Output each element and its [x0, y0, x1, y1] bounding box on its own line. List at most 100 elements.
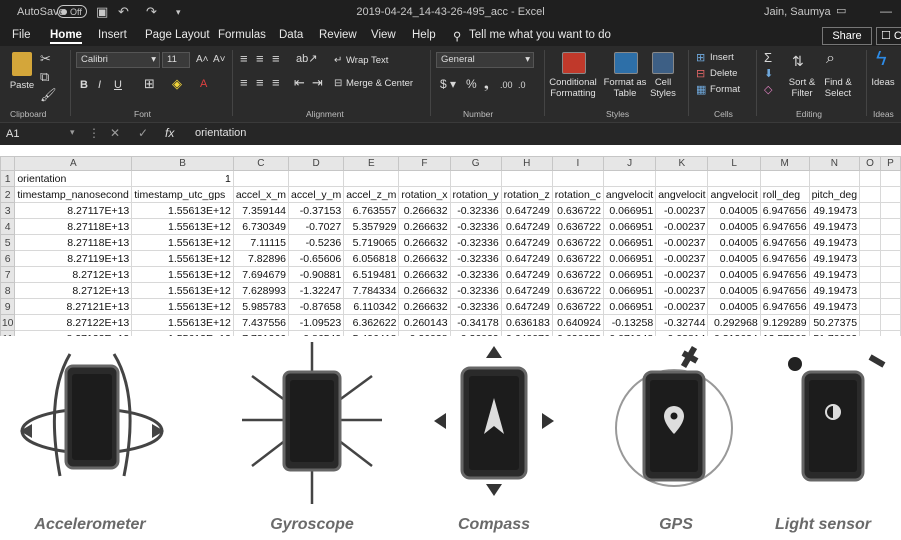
cell-d9[interactable]: -0.87658	[288, 298, 345, 315]
cell-o2[interactable]	[859, 186, 881, 203]
cell-g3[interactable]: -0.32336	[449, 202, 502, 219]
cell-i2[interactable]: rotation_c	[551, 186, 604, 203]
delete-cells-icon[interactable]: ⊟	[696, 67, 705, 81]
clear-icon[interactable]: ◇	[764, 83, 772, 97]
cell-f5[interactable]: 0.266632	[398, 234, 451, 251]
fill-color-icon[interactable]: ◈	[172, 77, 182, 91]
cell-d8[interactable]: -1.32247	[288, 282, 345, 299]
cell-g5[interactable]: -0.32336	[449, 234, 502, 251]
align-top-icon[interactable]: ≡	[240, 52, 248, 66]
cell-g2[interactable]: rotation_y	[449, 186, 502, 203]
user-name[interactable]: Jain, Saumya	[764, 6, 831, 18]
cell-g7[interactable]: -0.32336	[449, 266, 502, 283]
cell-e5[interactable]: 5.719065	[343, 234, 400, 251]
cell-m6[interactable]: 6.947656	[759, 250, 810, 267]
chevron-down-icon[interactable]: ▾	[70, 127, 75, 149]
cell-e7[interactable]: 6.519481	[343, 266, 400, 283]
column-header-l[interactable]: L	[707, 156, 761, 171]
cell-m10[interactable]: 9.129289	[759, 314, 810, 331]
cell-k3[interactable]: -0.00237	[655, 202, 709, 219]
cell-f9[interactable]: 0.266632	[398, 298, 451, 315]
cell-c3[interactable]: 7.359144	[232, 202, 290, 219]
cell-a5[interactable]: 8.27118E+13	[14, 234, 133, 251]
cell-f4[interactable]: 0.266632	[398, 218, 451, 235]
cell-n8[interactable]: 49.19473	[808, 282, 861, 299]
format-as-table-button[interactable]: Format as Table	[602, 77, 648, 99]
cell-j4[interactable]: 0.066951	[602, 218, 657, 235]
find-icon[interactable]: ⌕	[826, 51, 835, 67]
comma-icon[interactable]: ❟	[484, 77, 489, 91]
column-header-a[interactable]: A	[14, 156, 133, 171]
cell-o1[interactable]	[859, 170, 881, 187]
cell-d3[interactable]: -0.37153	[288, 202, 345, 219]
cell-l3[interactable]: 0.04005	[707, 202, 761, 219]
ideas-button[interactable]: Ideas	[870, 77, 896, 88]
cell-o9[interactable]	[859, 298, 881, 315]
column-header-m[interactable]: M	[759, 156, 810, 171]
decrease-font-icon[interactable]: A˅	[213, 53, 226, 67]
cell-a3[interactable]: 8.27117E+13	[14, 202, 133, 219]
column-header-e[interactable]: E	[343, 156, 400, 171]
cell-p8[interactable]	[879, 282, 901, 299]
paste-icon[interactable]	[12, 52, 32, 76]
enter-icon[interactable]: ✓	[138, 126, 148, 148]
cell-i9[interactable]: 0.636722	[551, 298, 604, 315]
cell-d6[interactable]: -0.65606	[288, 250, 345, 267]
cell-j7[interactable]: 0.066951	[602, 266, 657, 283]
cell-d4[interactable]: -0.7027	[288, 218, 345, 235]
column-header-i[interactable]: I	[551, 156, 604, 171]
cell-g4[interactable]: -0.32336	[449, 218, 502, 235]
cell-a8[interactable]: 8.2712E+13	[14, 282, 133, 299]
cell-h6[interactable]: 0.647249	[500, 250, 553, 267]
column-header-h[interactable]: H	[500, 156, 553, 171]
font-size-select[interactable]: 11	[162, 52, 190, 68]
cell-g8[interactable]: -0.32336	[449, 282, 502, 299]
cell-h5[interactable]: 0.647249	[500, 234, 553, 251]
cell-n2[interactable]: pitch_deg	[808, 186, 861, 203]
decrease-indent-icon[interactable]: ⇤	[294, 76, 305, 90]
cell-i7[interactable]: 0.636722	[551, 266, 604, 283]
format-cells-icon[interactable]: ▦	[696, 83, 706, 97]
cell-o6[interactable]	[859, 250, 881, 267]
cell-g6[interactable]: -0.32336	[449, 250, 502, 267]
italic-icon[interactable]: I	[98, 78, 101, 92]
cell-g1[interactable]	[449, 170, 502, 187]
cell-c6[interactable]: 7.82896	[232, 250, 290, 267]
conditional-formatting-button[interactable]: Conditional Formatting	[546, 77, 600, 99]
tab-view[interactable]: View	[371, 29, 396, 41]
cell-p3[interactable]	[879, 202, 901, 219]
cell-b1[interactable]: 1	[131, 170, 234, 187]
cell-k8[interactable]: -0.00237	[655, 282, 709, 299]
cell-c10[interactable]: 7.437556	[232, 314, 290, 331]
cell-e9[interactable]: 6.110342	[343, 298, 400, 315]
row-header[interactable]: 9	[0, 298, 16, 315]
cell-e2[interactable]: accel_z_m	[343, 186, 400, 203]
comments-button[interactable]: ☐ C	[876, 27, 901, 45]
increase-indent-icon[interactable]: ⇥	[312, 76, 323, 90]
select-all-corner[interactable]	[0, 156, 16, 171]
tell-me-search[interactable]: Tell me what you want to do	[469, 29, 611, 41]
decrease-decimal-icon[interactable]: .0	[518, 78, 526, 92]
row-header[interactable]: 5	[0, 234, 16, 251]
align-right-icon[interactable]: ≡	[272, 76, 280, 90]
cell-a9[interactable]: 8.27121E+13	[14, 298, 133, 315]
cell-a7[interactable]: 8.2712E+13	[14, 266, 133, 283]
minimize-icon[interactable]: —	[880, 4, 892, 18]
cell-p9[interactable]	[879, 298, 901, 315]
cell-a4[interactable]: 8.27118E+13	[14, 218, 133, 235]
cell-o7[interactable]	[859, 266, 881, 283]
column-header-b[interactable]: B	[131, 156, 234, 171]
cell-f6[interactable]: 0.266632	[398, 250, 451, 267]
number-format-select[interactable]: General ▾	[436, 52, 534, 68]
cell-f7[interactable]: 0.266632	[398, 266, 451, 283]
cell-o8[interactable]	[859, 282, 881, 299]
cell-l10[interactable]: 0.292968	[707, 314, 761, 331]
row-header[interactable]: 7	[0, 266, 16, 283]
cell-h7[interactable]: 0.647249	[500, 266, 553, 283]
cell-l5[interactable]: 0.04005	[707, 234, 761, 251]
row-header[interactable]: 10	[0, 314, 16, 331]
cell-f8[interactable]: 0.266632	[398, 282, 451, 299]
cell-k1[interactable]	[655, 170, 709, 187]
cell-l4[interactable]: 0.04005	[707, 218, 761, 235]
cell-n10[interactable]: 50.27375	[808, 314, 861, 331]
